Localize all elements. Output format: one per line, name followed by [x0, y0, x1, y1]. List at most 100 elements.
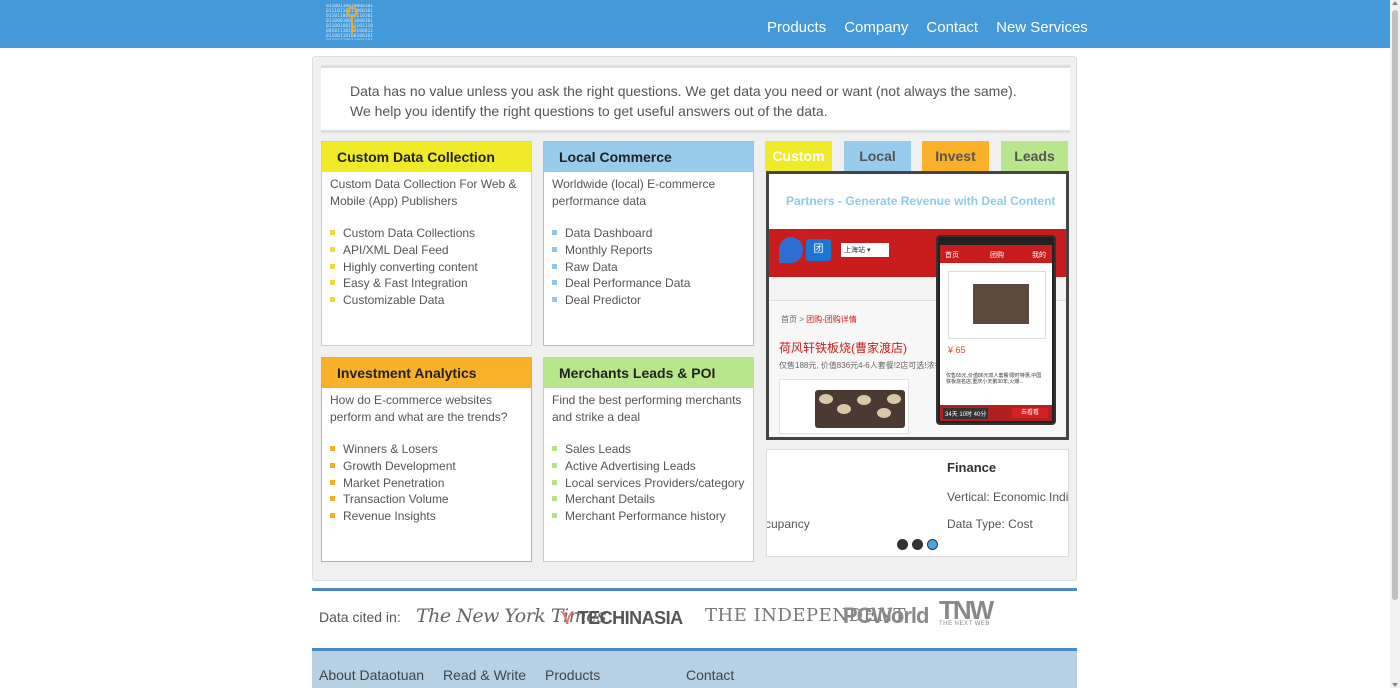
phone-price: ¥ 65 [948, 345, 966, 355]
site-breadcrumb: 首页 > 团购-团购详情 [781, 314, 857, 325]
food-image [815, 390, 905, 428]
scrollbar-thumb[interactable] [1392, 10, 1398, 600]
footer-contact[interactable]: Contact [686, 667, 734, 683]
nav-products[interactable]: Products [767, 19, 826, 36]
card-title[interactable]: Custom Data Collection [322, 142, 531, 172]
list-item: Growth Development [330, 458, 531, 475]
list-item: Custom Data Collections [330, 225, 531, 242]
list-item: Local services Providers/category [552, 475, 753, 492]
phone-deal-text: 仅售65元,价值86元双人套餐!限时特惠,中国铁板烧名店,重庆小天鹅30年,火爆… [946, 373, 1042, 385]
list-item: Winners & Losers [330, 441, 531, 458]
techinasia-wordmark: TECHINASIA [577, 608, 684, 628]
scroll-down-icon[interactable] [1392, 683, 1398, 687]
footer-about[interactable]: About Dataotuan [319, 667, 424, 683]
slider-dots [897, 539, 942, 551]
phone-deal-image [973, 284, 1029, 324]
data-slider: cupancy Finance Vertical: Economic Indic… [766, 449, 1069, 557]
list-item: Easy & Fast Integration [330, 275, 531, 292]
phone-tab: 首页 [945, 252, 959, 259]
main-panel: Data has no value unless you ask the rig… [312, 56, 1077, 581]
card-list: Data Dashboard Monthly Reports Raw Data … [544, 210, 753, 309]
phone-nav: 首页 团购 我的 [940, 245, 1052, 263]
slide-prev-fragment: cupancy [766, 517, 810, 531]
card-merchants-leads: Merchants Leads & POI Find the best perf… [543, 357, 754, 562]
card-custom-data-collection: Custom Data Collection Custom Data Colle… [321, 141, 532, 346]
site-logo: 团 [806, 239, 831, 261]
list-item: Merchant Details [552, 491, 753, 508]
list-item: Merchant Performance history [552, 508, 753, 525]
phone-tab: 我的 [1032, 252, 1046, 259]
slide-title: Finance [947, 460, 997, 475]
list-item: Monthly Reports [552, 242, 753, 259]
top-navigation-bar: 01100110010000101 01110110011000101 011011… [0, 0, 1390, 48]
partner-site-screenshot: 团 上海站 ▾ 首页 > 团购-团购详情 荷风轩铁板烧(曹家渡店) 仅售188元… [769, 229, 1066, 437]
card-list: Winners & Losers Growth Development Mark… [322, 426, 531, 525]
footer: About Dataotuan Read & Write Products Co… [312, 648, 1077, 688]
binary-key-logo-icon[interactable]: 01100110010000101 01110110011000101 011011… [326, 4, 376, 40]
press-bar: Data cited in: The New York Times ⋎ TECHI… [312, 588, 1077, 645]
press-label: Data cited in: [319, 609, 401, 625]
list-item: Raw Data [552, 259, 753, 276]
card-title[interactable]: Merchants Leads & POI [544, 358, 753, 388]
techinasia-v-icon: ⋎ [559, 604, 575, 629]
scroll-up-icon[interactable] [1392, 1, 1398, 5]
slider-dot-3[interactable] [927, 539, 938, 550]
intro-text: Data has no value unless you ask the rig… [321, 65, 1070, 133]
tnw-tagline: THE NEXT WEB [939, 621, 990, 627]
card-title[interactable]: Local Commerce [544, 142, 753, 172]
list-item: Deal Predictor [552, 292, 753, 309]
nav-company[interactable]: Company [844, 19, 908, 36]
list-item: Customizable Data [330, 292, 531, 309]
card-investment-analytics: Investment Analytics How do E-commerce w… [321, 357, 532, 562]
card-local-commerce: Local Commerce Worldwide (local) E-comme… [543, 141, 754, 346]
deal-title: 荷风轩铁板烧(曹家渡店) [779, 341, 907, 355]
intro-line-1: Data has no value unless you ask the rig… [350, 83, 1017, 99]
slider-dot-1[interactable] [897, 539, 908, 550]
tab-local[interactable]: Local [844, 141, 911, 171]
card-title[interactable]: Investment Analytics [322, 358, 531, 388]
slide-data-type: Data Type: Cost [947, 517, 1033, 531]
location-pin-icon [779, 237, 803, 263]
page-scrollbar[interactable] [1390, 0, 1400, 688]
card-list: Sales Leads Active Advertising Leads Loc… [544, 426, 753, 525]
phone-tab: 团购 [990, 252, 1004, 259]
phone-countdown: 34天 10时 40分 [943, 408, 989, 419]
phone-deal-card [948, 271, 1046, 339]
phone-bottom-bar: 34天 10时 40分 去看看 [940, 405, 1052, 421]
list-item: Revenue Insights [330, 508, 531, 525]
main-nav: Products Company Contact New Services [767, 19, 1106, 36]
phone-screen: 首页 团购 我的 ¥ 65 仅售65元,价值86元双人套餐!限时特惠,中国铁板烧… [940, 245, 1052, 421]
card-description: Find the best performing merchants and s… [552, 393, 742, 424]
slide-vertical: Vertical: Economic Indica [947, 490, 1069, 504]
crumb-current: 团购-团购详情 [806, 315, 857, 324]
tnw-logo[interactable]: TNW THE NEXT WEB [939, 597, 994, 628]
list-item: API/XML Deal Feed [330, 242, 531, 259]
intro-line-2: We help you identify the right questions… [350, 103, 828, 119]
tab-custom[interactable]: Custom [765, 141, 832, 171]
slider-dot-2[interactable] [912, 539, 923, 550]
list-item: Data Dashboard [552, 225, 753, 242]
pcworld-logo[interactable]: PCWorld [843, 603, 929, 629]
footer-read-write[interactable]: Read & Write [443, 667, 526, 683]
list-item: Sales Leads [552, 441, 753, 458]
card-description: How do E-commerce websites perform and w… [330, 393, 508, 424]
tab-invest[interactable]: Invest [922, 141, 989, 171]
city-select: 上海站 ▾ [841, 243, 889, 257]
card-description: Custom Data Collection For Web & Mobile … [330, 177, 517, 208]
showcase-heading[interactable]: Partners - Generate Revenue with Deal Co… [769, 174, 1066, 227]
tab-leads[interactable]: Leads [1001, 141, 1068, 171]
footer-products[interactable]: Products [545, 667, 600, 683]
card-list: Custom Data Collections API/XML Deal Fee… [322, 210, 531, 309]
showcase-panel: Partners - Generate Revenue with Deal Co… [766, 171, 1069, 440]
crumb-home: 首页 > [781, 315, 807, 324]
card-description: Worldwide (local) E-commerce performance… [552, 177, 716, 208]
nav-new-services[interactable]: New Services [996, 19, 1088, 36]
nav-contact[interactable]: Contact [926, 19, 978, 36]
phone-mockup: 首页 团购 我的 ¥ 65 仅售65元,价值86元双人套餐!限时特惠,中国铁板烧… [936, 235, 1056, 425]
deal-photo [779, 379, 909, 434]
list-item: Deal Performance Data [552, 275, 753, 292]
techinasia-logo[interactable]: ⋎ TECHINASIA [559, 604, 683, 630]
list-item: Transaction Volume [330, 491, 531, 508]
list-item: Market Penetration [330, 475, 531, 492]
phone-buy-button: 去看看 [1012, 408, 1048, 418]
